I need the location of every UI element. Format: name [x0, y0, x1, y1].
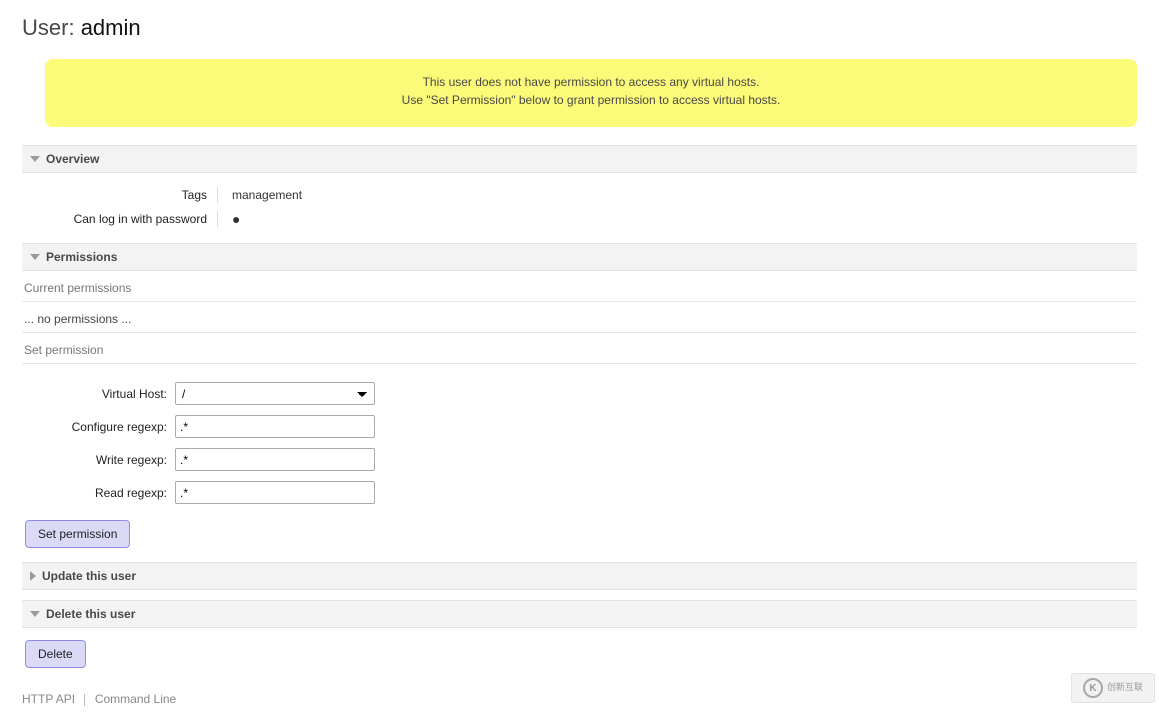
write-regexp-input[interactable] [175, 448, 375, 471]
chevron-down-icon [30, 156, 40, 162]
section-header-permissions[interactable]: Permissions [22, 243, 1137, 271]
overview-table: Tags management Can log in with password… [22, 183, 1137, 231]
delete-button[interactable]: Delete [25, 640, 86, 668]
set-permission-header: Set permission [22, 333, 1137, 364]
current-permissions-header: Current permissions [22, 271, 1137, 302]
http-api-link[interactable]: HTTP API [22, 692, 75, 706]
chevron-down-icon [30, 254, 40, 260]
read-regexp-input[interactable] [175, 481, 375, 504]
set-permission-button[interactable]: Set permission [25, 520, 130, 548]
section-header-update-label: Update this user [42, 569, 136, 583]
section-header-overview-label: Overview [46, 152, 99, 166]
warning-line-1: This user does not have permission to ac… [45, 73, 1137, 91]
page-title-name: admin [81, 15, 141, 40]
watermark: K 创新互联 [1071, 673, 1155, 703]
configure-regexp-label: Configure regexp: [22, 420, 167, 434]
section-header-delete[interactable]: Delete this user [22, 600, 1137, 628]
section-header-overview[interactable]: Overview [22, 145, 1137, 173]
footer-links: HTTP API Command Line [22, 692, 1159, 706]
no-permissions-text: ... no permissions ... [22, 302, 1137, 333]
watermark-logo-icon: K [1083, 678, 1103, 698]
warning-banner: This user does not have permission to ac… [45, 59, 1137, 127]
page-title: User: admin [0, 0, 1159, 51]
watermark-text: 创新互联 [1107, 683, 1143, 693]
page-title-prefix: User: [22, 15, 81, 40]
section-header-update[interactable]: Update this user [22, 562, 1137, 590]
overview-tags-value: management [217, 187, 302, 203]
vhost-label: Virtual Host: [22, 387, 167, 401]
section-header-delete-label: Delete this user [46, 607, 135, 621]
write-regexp-label: Write regexp: [22, 453, 167, 467]
overview-login-label: Can log in with password [22, 212, 217, 226]
section-header-permissions-label: Permissions [46, 250, 117, 264]
chevron-down-icon [30, 611, 40, 617]
command-line-link[interactable]: Command Line [95, 692, 176, 706]
overview-tags-label: Tags [22, 188, 217, 202]
chevron-right-icon [30, 571, 36, 581]
overview-login-value: ● [232, 214, 240, 224]
footer-separator [84, 694, 85, 706]
warning-line-2: Use "Set Permission" below to grant perm… [45, 91, 1137, 109]
vhost-select[interactable]: / [175, 382, 375, 405]
configure-regexp-input[interactable] [175, 415, 375, 438]
set-permission-form: Virtual Host: / Configure regexp: Write … [22, 382, 1137, 504]
read-regexp-label: Read regexp: [22, 486, 167, 500]
overview-row-tags: Tags management [22, 183, 1137, 207]
overview-row-login: Can log in with password ● [22, 207, 1137, 231]
